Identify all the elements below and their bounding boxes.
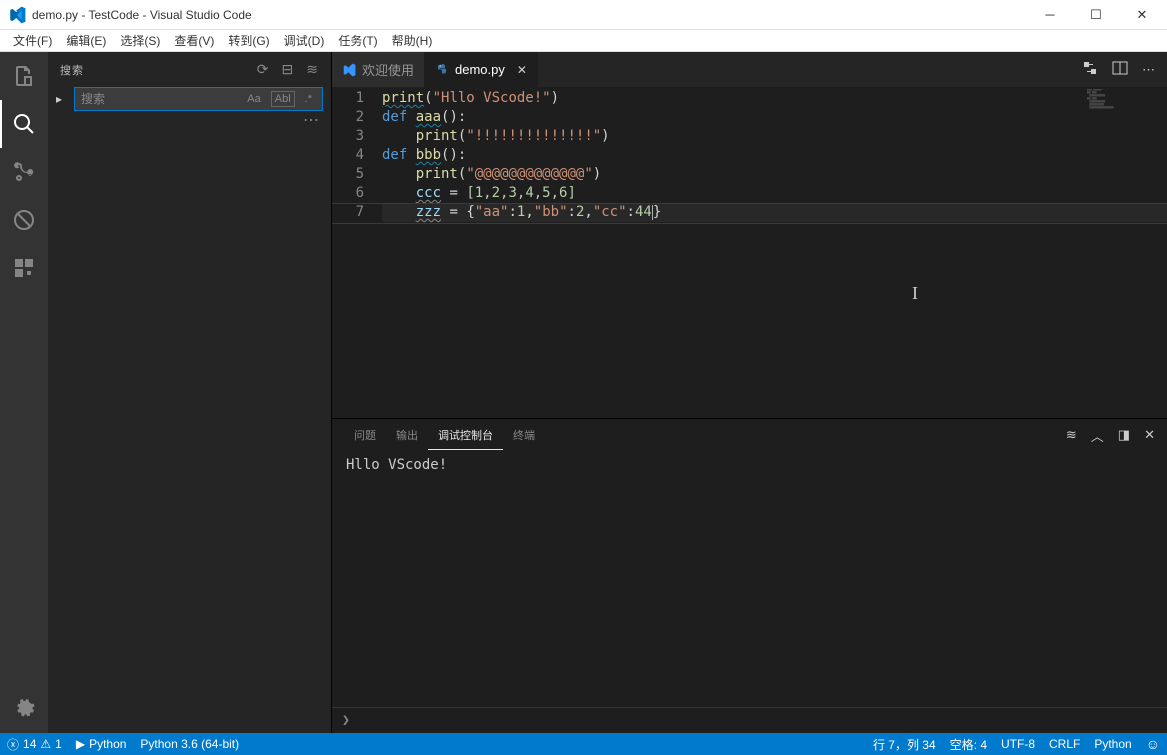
code-lines[interactable]: print("Hllo VScode!") def aaa(): print("… [382,87,1167,418]
sidebar-header: 搜索 ⟳ ⊟ ≋ [48,52,331,87]
status-indentation[interactable]: 空格: 4 [943,733,994,755]
status-feedback-icon[interactable]: ☺ [1139,733,1167,755]
status-bar: ⓧ 14 ⚠ 1 ▶ Python Python 3.6 (64-bit) 行 … [0,733,1167,755]
gear-icon [12,697,36,721]
panel-tabs: 问题 输出 调试控制台 终端 ≋ ︿ ◨ ✕ [332,419,1167,451]
match-word-toggle[interactable]: Abl [271,91,295,107]
search-sidebar: 搜索 ⟳ ⊟ ≋ ▸ Aa Abl .* ⋯ [48,52,331,733]
editor-tabs: 欢迎使用 demo.py ✕ ⋯ [332,52,1167,87]
line-number: 3 [332,127,382,146]
panel-tab-debug-console[interactable]: 调试控制台 [428,421,503,450]
menu-bar: 文件(F) 编辑(E) 选择(S) 查看(V) 转到(G) 调试(D) 任务(T… [0,30,1167,52]
activity-search[interactable] [0,100,48,148]
panel-tab-output[interactable]: 输出 [386,421,428,449]
status-encoding[interactable]: UTF-8 [994,733,1042,755]
clear-console-icon[interactable]: ≋ [1066,427,1077,443]
source-control-icon [12,160,36,184]
menu-help[interactable]: 帮助(H) [385,30,440,51]
window-close-button[interactable]: ✕ [1119,0,1165,30]
search-more-options[interactable]: ⋯ [48,115,331,127]
editor-group: 欢迎使用 demo.py ✕ ⋯ 1 2 3 4 [331,52,1167,733]
window-maximize-button[interactable]: ☐ [1073,0,1119,30]
extensions-icon [12,256,36,280]
vscode-icon [8,6,26,24]
menu-tasks[interactable]: 任务(T) [331,30,384,51]
line-number: 6 [332,184,382,203]
status-language[interactable]: Python [1087,733,1138,755]
compare-changes-icon[interactable] [1082,60,1098,79]
vscode-tab-icon [342,63,356,77]
search-input-wrap[interactable]: Aa Abl .* [74,87,323,111]
activity-scm[interactable] [0,148,48,196]
line-number: 1 [332,89,382,108]
activity-extensions[interactable] [0,244,48,292]
menu-edit[interactable]: 编辑(E) [59,30,113,51]
line-number: 4 [332,146,382,165]
search-icon [12,112,36,136]
debug-icon [12,208,36,232]
window-titlebar: demo.py - TestCode - Visual Studio Code … [0,0,1167,30]
window-minimize-button[interactable]: ─ [1027,0,1073,30]
play-icon: ▶ [76,737,85,751]
window-title: demo.py - TestCode - Visual Studio Code [32,8,252,22]
status-interpreter[interactable]: Python 3.6 (64-bit) [133,733,246,755]
activity-debug[interactable] [0,196,48,244]
panel-tab-problems[interactable]: 问题 [344,421,386,449]
regex-toggle[interactable]: .* [301,91,316,107]
toggle-replace-icon[interactable]: ▸ [56,92,70,106]
collapse-all-icon[interactable]: ⊟ [282,61,295,78]
menu-view[interactable]: 查看(V) [167,30,221,51]
sidebar-title: 搜索 [60,62,84,78]
python-file-icon [435,63,449,77]
status-eol[interactable]: CRLF [1042,733,1087,755]
status-debug-target[interactable]: ▶ Python [69,733,134,755]
console-line: Hllo VScode! [346,457,1153,473]
match-case-toggle[interactable]: Aa [243,91,264,107]
close-tab-icon[interactable]: ✕ [517,63,527,77]
close-panel-icon[interactable]: ✕ [1144,427,1155,443]
tab-label: demo.py [455,62,505,77]
warning-icon: ⚠ [40,737,51,751]
text-cursor-icon: I [912,283,918,304]
line-gutter: 1 2 3 4 5 6 7 [332,87,382,418]
more-actions-icon[interactable]: ⋯ [1142,62,1155,78]
activity-explorer[interactable] [0,52,48,100]
tab-label: 欢迎使用 [362,60,414,79]
debug-console-output[interactable]: Hllo VScode! [332,451,1167,707]
menu-select[interactable]: 选择(S) [113,30,167,51]
clear-search-icon[interactable]: ≋ [306,61,319,78]
files-icon [12,64,36,88]
line-number: 7 [332,203,382,222]
search-flags: Aa Abl .* [243,91,316,107]
debug-console-input[interactable]: ❯ [332,707,1167,733]
prompt-chevron-icon: ❯ [342,713,350,728]
menu-file[interactable]: 文件(F) [6,30,59,51]
code-editor[interactable]: 1 2 3 4 5 6 7 print("Hllo VScode!") def … [332,87,1167,418]
line-number: 5 [332,165,382,184]
bottom-panel: 问题 输出 调试控制台 终端 ≋ ︿ ◨ ✕ Hllo VScode! ❯ [332,418,1167,733]
tab-demo-py[interactable]: demo.py ✕ [425,52,538,87]
activity-bar [0,52,48,733]
search-input[interactable] [81,92,243,106]
minimap[interactable]: ████ ██████████ ████ ████████████████ ██… [1087,89,1167,129]
refresh-icon[interactable]: ⟳ [257,61,270,78]
status-cursor-position[interactable]: 行 7，列 34 [866,733,943,755]
collapse-panel-icon[interactable]: ︿ [1091,426,1104,445]
activity-settings[interactable] [0,685,48,733]
menu-goto[interactable]: 转到(G) [221,30,276,51]
split-editor-icon[interactable] [1112,60,1128,79]
error-icon: ⓧ [7,736,19,753]
panel-tab-terminal[interactable]: 终端 [503,421,545,449]
menu-debug[interactable]: 调试(D) [277,30,332,51]
line-number: 2 [332,108,382,127]
tab-welcome[interactable]: 欢迎使用 [332,52,425,87]
status-errors[interactable]: ⓧ 14 ⚠ 1 [0,733,69,755]
maximize-panel-icon[interactable]: ◨ [1118,427,1130,443]
search-row: ▸ Aa Abl .* [48,87,331,115]
